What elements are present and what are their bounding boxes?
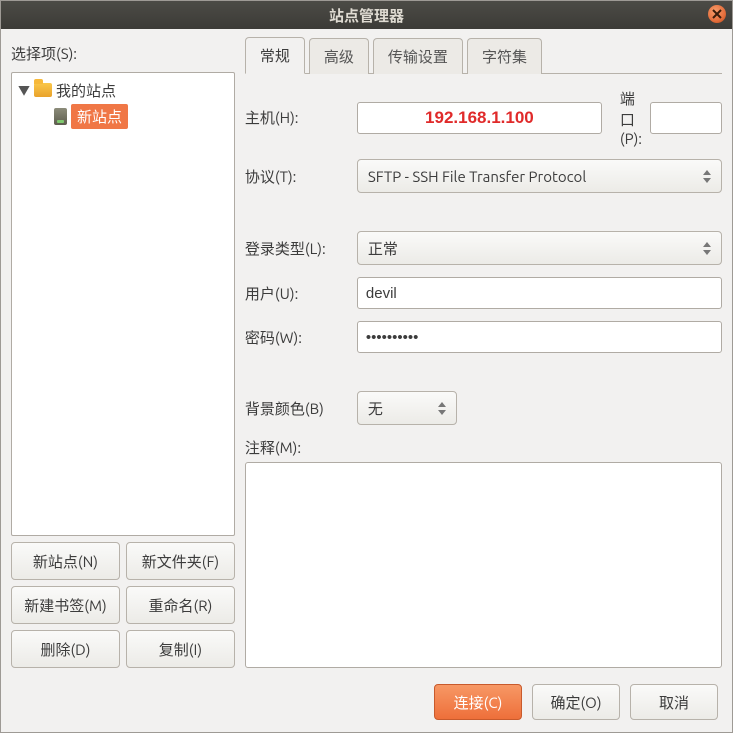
site-manager-window: 站点管理器 选择项(S): ▼ 我的站点 新站点 (0, 0, 733, 733)
copy-button[interactable]: 复制(I) (126, 630, 235, 668)
tab-charset[interactable]: 字符集 (467, 38, 542, 74)
host-label: 主机(H): (245, 107, 349, 128)
row-protocol: 协议(T): SFTP - SSH File Transfer Protocol (245, 159, 722, 193)
password-input[interactable] (357, 321, 722, 353)
close-icon[interactable] (708, 5, 726, 23)
comments-wrap (245, 462, 722, 668)
logon-type-label: 登录类型(L): (245, 238, 349, 259)
protocol-value: SFTP - SSH File Transfer Protocol (368, 168, 586, 185)
tab-transfer[interactable]: 传输设置 (373, 38, 463, 74)
row-user: 用户(U): (245, 277, 722, 309)
row-host: 主机(H): 端口(P): (245, 88, 722, 147)
tree-row-root[interactable]: ▼ 我的站点 (12, 77, 234, 103)
chevron-down-icon[interactable]: ▼ (18, 82, 30, 99)
row-password: 密码(W): (245, 321, 722, 353)
logon-type-value: 正常 (368, 238, 398, 259)
folder-icon (34, 83, 52, 97)
tree-root-label: 我的站点 (56, 80, 116, 101)
host-input[interactable] (357, 102, 602, 134)
comments-textarea[interactable] (245, 462, 722, 668)
tree-site-label: 新站点 (71, 104, 128, 129)
protocol-label: 协议(T): (245, 166, 349, 187)
connect-button[interactable]: 连接(C) (434, 684, 522, 720)
protocol-select[interactable]: SFTP - SSH File Transfer Protocol (357, 159, 722, 193)
titlebar[interactable]: 站点管理器 (1, 1, 732, 29)
bgcolor-value: 无 (368, 398, 383, 419)
left-panel: 选择项(S): ▼ 我的站点 新站点 新站点(N) 新文件夹(F) 新 (11, 39, 235, 668)
tree-buttons: 新站点(N) 新文件夹(F) 新建书签(M) 重命名(R) 删除(D) 复制(I… (11, 542, 235, 668)
bgcolor-label: 背景颜色(B) (245, 398, 349, 419)
row-logon-type: 登录类型(L): 正常 (245, 231, 722, 265)
dialog-footer: 连接(C) 确定(O) 取消 (1, 674, 732, 732)
window-body: 选择项(S): ▼ 我的站点 新站点 新站点(N) 新文件夹(F) 新 (1, 29, 732, 732)
right-panel: 常规 高级 传输设置 字符集 主机(H): 端口(P): 协议(T): SFT (245, 39, 722, 668)
select-entry-label: 选择项(S): (11, 43, 235, 64)
port-input[interactable] (650, 102, 722, 134)
updown-icon (703, 170, 711, 183)
tab-general[interactable]: 常规 (245, 37, 305, 74)
new-bookmark-button[interactable]: 新建书签(M) (11, 586, 120, 624)
rename-button[interactable]: 重命名(R) (126, 586, 235, 624)
user-input[interactable] (357, 277, 722, 309)
window-title: 站点管理器 (329, 5, 404, 26)
bgcolor-select[interactable]: 无 (357, 391, 457, 425)
row-bgcolor: 背景颜色(B) 无 (245, 391, 722, 425)
new-folder-button[interactable]: 新文件夹(F) (126, 542, 235, 580)
port-label: 端口(P): (620, 88, 642, 147)
updown-icon (703, 242, 711, 255)
ok-button[interactable]: 确定(O) (532, 684, 620, 720)
updown-icon (438, 402, 446, 415)
cancel-button[interactable]: 取消 (630, 684, 718, 720)
site-tree[interactable]: ▼ 我的站点 新站点 (11, 72, 235, 536)
tab-advanced[interactable]: 高级 (309, 38, 369, 74)
tree-row-site[interactable]: 新站点 (12, 103, 234, 129)
new-site-button[interactable]: 新站点(N) (11, 542, 120, 580)
password-label: 密码(W): (245, 327, 349, 348)
logon-type-select[interactable]: 正常 (357, 231, 722, 265)
delete-button[interactable]: 删除(D) (11, 630, 120, 668)
comments-label: 注释(M): (245, 437, 722, 458)
user-label: 用户(U): (245, 283, 349, 304)
server-icon (54, 108, 67, 125)
tab-strip: 常规 高级 传输设置 字符集 (245, 39, 722, 74)
main-pane: 选择项(S): ▼ 我的站点 新站点 新站点(N) 新文件夹(F) 新 (1, 29, 732, 674)
